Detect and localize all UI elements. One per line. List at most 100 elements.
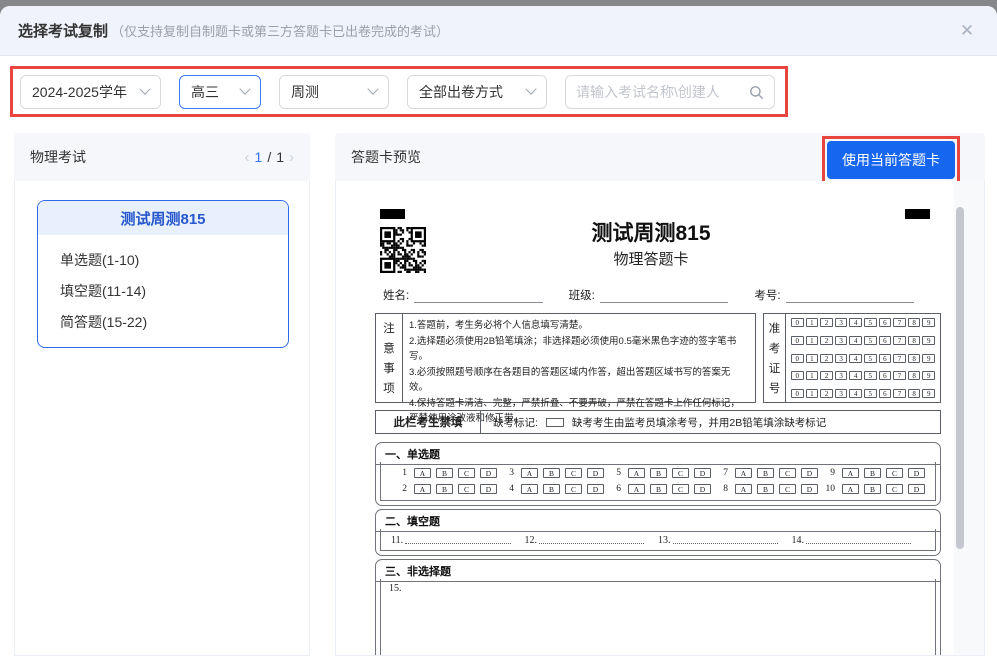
digit-bubble: 7	[893, 318, 906, 327]
digit-bubble: 3	[834, 371, 848, 381]
prev-page-icon[interactable]: ‹	[245, 149, 250, 166]
class-field: 班级:	[569, 287, 729, 303]
admission-digit-row: 0123456789	[791, 389, 935, 398]
page-current: 1	[254, 149, 263, 165]
option-bubble: D	[694, 468, 711, 478]
choice-question: 5ABCD	[605, 468, 711, 478]
digit-bubble: 4	[849, 335, 862, 345]
option-bubble: D	[480, 468, 497, 478]
admission-digit-row: 0123456789	[791, 371, 935, 381]
digit-bubble: 1	[805, 389, 819, 398]
exam-type-select[interactable]: 周测	[279, 75, 389, 109]
question-number: 2	[402, 484, 407, 494]
blank-section-box: 11. 12. 13. 14.	[380, 529, 936, 551]
digit-bubble: 3	[834, 335, 848, 345]
option-bubble: B	[436, 484, 453, 494]
digit-bubble: 6	[878, 318, 892, 327]
option-bubble: D	[908, 484, 925, 494]
grade-value: 高三	[191, 84, 219, 100]
digit-bubble: 9	[922, 371, 935, 381]
scrollbar-track[interactable]	[954, 181, 984, 655]
option-bubble: A	[842, 468, 859, 478]
admission-number-box: 准考证号 01234567890123456789012345678901234…	[763, 313, 941, 403]
question-number: 4	[509, 484, 514, 494]
choice-question: 4ABCD	[498, 484, 604, 494]
student-fields: 姓名: 班级: 考号:	[383, 287, 915, 303]
school-year-value: 2024-2025学年	[32, 84, 127, 100]
exam-card[interactable]: 测试周测815 单选题(1-10) 填空题(11-14) 简答题(15-22)	[37, 200, 289, 348]
school-year-select[interactable]: 2024-2025学年	[20, 75, 161, 109]
answer-dotted-line	[539, 534, 644, 544]
digit-bubble: 7	[893, 335, 906, 345]
use-current-sheet-button[interactable]: 使用当前答题卡	[827, 141, 955, 179]
close-icon[interactable]: ✕	[955, 21, 979, 41]
admission-digit-row: 0123456789	[791, 335, 935, 345]
option-bubble: D	[587, 484, 604, 494]
option-bubble: A	[414, 468, 431, 478]
vertical-label-char: 准	[768, 323, 781, 335]
exam-search-input[interactable]	[576, 84, 743, 100]
exam-search-box[interactable]	[565, 75, 775, 109]
digit-bubble: 7	[893, 353, 906, 363]
answer-sheet-header: 答题卡预览 使用当前答题卡	[335, 133, 985, 184]
answer-sheet-preview: 测试周测815 物理答题卡 姓名: 班级: 考号: 注 意 事 项 1.答题前，…	[348, 181, 954, 655]
dialog-subtitle: （仅支持复制自制题卡或第三方答题卡已出卷完成的考试）	[111, 24, 450, 39]
option-bubble: B	[864, 468, 881, 478]
digit-bubble: 6	[878, 371, 892, 381]
essay-question-number: 15.	[389, 583, 402, 594]
dialog-title: 选择考试复制	[18, 23, 109, 40]
option-bubble: A	[521, 468, 538, 478]
digit-bubble: 5	[864, 335, 877, 345]
name-line	[414, 290, 543, 303]
digit-bubble: 1	[805, 371, 819, 381]
option-bubble: C	[672, 484, 689, 494]
question-number: 1	[402, 468, 407, 478]
vertical-label-char: 项	[383, 383, 395, 395]
vertical-label-char: 事	[383, 363, 395, 375]
option-bubble: C	[565, 468, 582, 478]
option-bubble: C	[458, 468, 475, 478]
question-number: 7	[723, 468, 728, 478]
digit-bubble: 5	[864, 371, 877, 381]
option-bubble: C	[886, 468, 903, 478]
essay-section: 三、非选择题 15.	[375, 559, 941, 655]
next-page-icon[interactable]: ›	[289, 149, 294, 166]
scrollbar-thumb[interactable]	[956, 207, 964, 549]
admission-digit-row: 0123456789	[791, 353, 935, 363]
digit-bubble: 1	[805, 335, 819, 345]
filter-row: 2024-2025学年 高三 周测 全部出卷方式	[13, 69, 785, 109]
absent-mark-text: 缺考标记: 缺考考生由监考员填涂考号，并用2B铅笔填涂缺考标记	[481, 411, 940, 433]
option-bubble: B	[757, 484, 774, 494]
digit-bubble: 2	[820, 335, 833, 345]
digit-bubble: 0	[791, 335, 804, 345]
option-bubble: D	[801, 468, 818, 478]
class-label: 班级:	[568, 290, 595, 302]
answer-sheet-panel: 答题卡预览 使用当前答题卡 测试周测815 物理答题卡 姓名: 班级: 考号: …	[335, 133, 985, 656]
admission-digit-row: 0123456789	[791, 318, 935, 327]
exam-list-header: 物理考试 ‹ 1 / 1 ›	[14, 133, 310, 181]
option-bubble: B	[650, 468, 667, 478]
grade-select[interactable]: 高三	[179, 75, 261, 109]
digit-bubble: 7	[893, 389, 906, 398]
chevron-down-icon	[139, 83, 151, 95]
blank-question: 12.	[525, 534, 659, 546]
option-bubble: B	[650, 484, 667, 494]
notice-lines: 1.答题前，考生务必将个人信息填写清楚。 2.选择题必须使用2B铅笔填涂；非选择题…	[403, 314, 755, 424]
pagination: ‹ 1 / 1 ›	[245, 149, 294, 166]
option-bubble: C	[886, 484, 903, 494]
answer-dotted-line	[405, 534, 511, 544]
digit-bubble: 8	[907, 389, 921, 398]
digit-bubble: 4	[849, 371, 862, 381]
choice-question: 2ABCD	[391, 484, 497, 494]
choice-grid: 1ABCD3ABCD5ABCD7ABCD9ABCD2ABCD4ABCD6ABCD…	[381, 462, 935, 500]
blank-items: 11. 12. 13. 14.	[381, 529, 935, 550]
sheet-title: 测试周测815	[591, 222, 711, 245]
option-bubble: B	[864, 484, 881, 494]
vertical-label-char: 考	[768, 343, 781, 355]
question-number: 13.	[658, 534, 671, 546]
exam-no-line	[785, 290, 915, 303]
admission-label: 准考证号	[764, 314, 786, 402]
paper-mode-select[interactable]: 全部出卷方式	[407, 75, 547, 109]
copy-exam-dialog: 选择考试复制 （仅支持复制自制题卡或第三方答题卡已出卷完成的考试） ✕ 2024…	[0, 6, 997, 656]
answer-sheet-body: 测试周测815 物理答题卡 姓名: 班级: 考号: 注 意 事 项 1.答题前，…	[335, 181, 985, 656]
